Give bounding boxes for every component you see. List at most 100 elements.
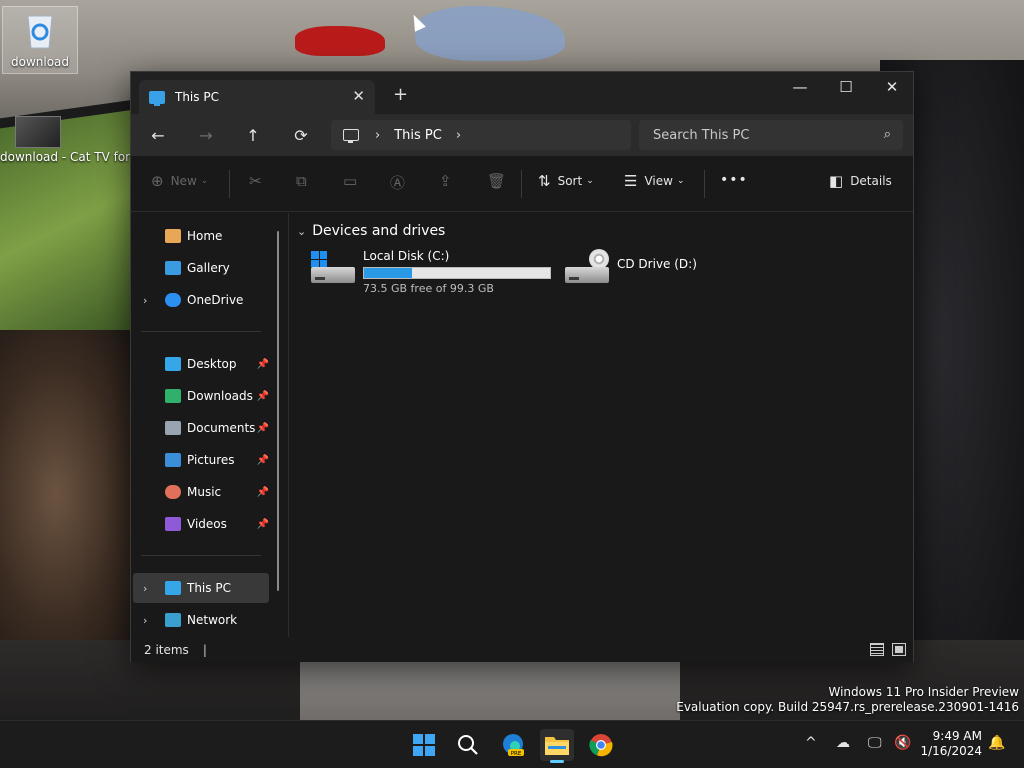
drive-usage-bar <box>363 267 551 279</box>
new-tab-button[interactable]: + <box>393 84 408 105</box>
recycle-bin-icon <box>17 7 63 53</box>
sidebar-item-label: Music <box>187 485 222 499</box>
view-button[interactable]: ☰ View ⌄ <box>624 172 684 190</box>
music-folder-icon <box>165 485 181 499</box>
sidebar-item-desktop[interactable]: Desktop 📌 <box>133 349 269 379</box>
network-disconnected-icon[interactable]: 🖵 <box>868 735 882 751</box>
breadcrumb-this-pc[interactable]: This PC <box>394 128 442 143</box>
drive-item-local-disk-c[interactable]: Local Disk (C:) 73.5 GB free of 99.3 GB <box>311 249 551 295</box>
network-icon <box>165 613 181 627</box>
chrome-icon <box>589 734 613 757</box>
new-button[interactable]: ⊕ New ⌄ <box>151 172 208 190</box>
chevron-right-icon[interactable]: › <box>456 128 461 143</box>
desktop-icon-recycle-bin[interactable]: download <box>2 6 78 74</box>
windows-start-icon <box>413 734 435 756</box>
sidebar-item-music[interactable]: Music 📌 <box>133 477 269 507</box>
pin-icon: 📌 <box>256 422 269 434</box>
chevron-down-icon: ⌄ <box>676 176 685 186</box>
paste-button[interactable]: ▭ <box>343 172 364 190</box>
tab-label: This PC <box>175 90 219 104</box>
up-button[interactable]: ↑ <box>238 122 268 148</box>
tab-close-button[interactable]: ✕ <box>352 87 365 105</box>
desktop-icon-label: download <box>10 55 70 69</box>
sidebar-item-network[interactable]: › Network <box>133 605 269 635</box>
pictures-folder-icon <box>165 453 181 467</box>
more-options-button[interactable]: ••• <box>720 172 748 188</box>
pin-icon: 📌 <box>256 454 269 466</box>
rename-button[interactable]: Ⓐ <box>390 172 412 193</box>
drive-item-cd-drive-d[interactable]: CD Drive (D:) <box>565 249 697 295</box>
sidebar-item-this-pc[interactable]: › This PC <box>133 573 269 603</box>
sidebar-item-onedrive[interactable]: › OneDrive <box>133 285 269 315</box>
group-label: Devices and drives <box>312 223 446 239</box>
title-bar: This PC ✕ + — ☐ ✕ <box>131 72 913 114</box>
tiles-view-button[interactable] <box>892 643 906 656</box>
sort-button[interactable]: ⇅ Sort ⌄ <box>538 172 594 190</box>
copy-icon: ⧉ <box>296 172 307 190</box>
refresh-button[interactable]: ⟳ <box>286 122 316 148</box>
taskbar-edge-button[interactable]: PRE <box>496 729 530 761</box>
taskbar-file-explorer-button[interactable] <box>540 729 574 763</box>
watermark-line2: Evaluation copy. Build 25947.rs_prerelea… <box>676 700 1019 714</box>
chevron-down-icon: ⌄ <box>200 176 209 186</box>
copy-button[interactable]: ⧉ <box>296 172 314 190</box>
share-icon: ⇪ <box>439 172 452 190</box>
sidebar-item-home[interactable]: Home <box>133 221 269 251</box>
chevron-right-icon[interactable]: › <box>143 294 147 307</box>
rename-icon: Ⓐ <box>390 174 406 192</box>
details-view-button[interactable] <box>870 643 884 656</box>
delete-button[interactable]: 🗑 <box>487 172 513 190</box>
desktop-icon-image[interactable]: download - Cat TV for C <box>0 116 142 164</box>
tab-this-pc[interactable]: This PC ✕ <box>139 80 375 114</box>
file-explorer-icon <box>545 737 569 755</box>
start-button[interactable] <box>407 729 441 761</box>
search-icon <box>458 735 478 755</box>
drive-name: Local Disk (C:) <box>363 249 450 263</box>
share-button[interactable]: ⇪ <box>439 172 459 190</box>
back-button[interactable]: ← <box>143 122 173 148</box>
forward-button[interactable]: → <box>191 122 221 148</box>
pin-icon: 📌 <box>256 518 269 530</box>
close-window-button[interactable]: ✕ <box>869 72 915 102</box>
onedrive-offline-icon[interactable]: ☁ <box>836 735 850 751</box>
sort-label: Sort <box>557 174 583 188</box>
details-button[interactable]: ◧ Details <box>829 172 892 190</box>
sidebar-item-videos[interactable]: Videos 📌 <box>133 509 269 539</box>
search-icon: ⌕ <box>883 127 891 142</box>
pin-icon: 📌 <box>256 486 269 498</box>
group-header-devices-and-drives[interactable]: ⌄ Devices and drives <box>297 223 445 239</box>
chevron-right-icon[interactable]: › <box>143 582 147 595</box>
this-pc-icon <box>343 129 359 143</box>
search-input[interactable]: Search This PC ⌕ <box>639 120 903 150</box>
chevron-down-icon: ⌄ <box>297 224 307 238</box>
sidebar-item-documents[interactable]: Documents 📌 <box>133 413 269 443</box>
taskbar-search-button[interactable] <box>451 729 485 761</box>
chevron-down-icon: ⌄ <box>586 176 594 186</box>
sidebar-item-gallery[interactable]: Gallery <box>133 253 269 283</box>
show-hidden-icons-chevron-icon[interactable]: ^ <box>805 735 817 751</box>
downloads-folder-icon <box>165 389 181 403</box>
drive-name: CD Drive (D:) <box>617 257 697 271</box>
sidebar-item-label: Downloads <box>187 389 253 403</box>
videos-folder-icon <box>165 517 181 531</box>
system-clock[interactable]: 9:49 AM 1/16/2024 <box>920 729 982 759</box>
navigation-pane: Home Gallery › OneDrive Desktop 📌 Downlo… <box>131 213 281 637</box>
address-bar[interactable]: › This PC › <box>331 120 631 150</box>
maximize-button[interactable]: ☐ <box>823 72 869 102</box>
taskbar: PRE ^ ☁ 🖵 🔇 9:49 AM 1/16/2024 🔔 <box>0 720 1024 768</box>
watermark-line1: Windows 11 Pro Insider Preview <box>828 685 1019 699</box>
sidebar-scrollbar[interactable] <box>277 231 279 591</box>
chevron-right-icon[interactable]: › <box>375 128 380 143</box>
chevron-right-icon[interactable]: › <box>143 614 147 627</box>
notifications-bell-icon[interactable]: 🔔 <box>988 735 1005 751</box>
sidebar-item-pictures[interactable]: Pictures 📌 <box>133 445 269 475</box>
cut-button[interactable]: ✂ <box>249 172 269 190</box>
status-bar: 2 items | <box>131 637 913 662</box>
sidebar-item-label: Network <box>187 613 238 627</box>
sort-icon: ⇅ <box>538 172 551 190</box>
sidebar-item-downloads[interactable]: Downloads 📌 <box>133 381 269 411</box>
taskbar-chrome-button[interactable] <box>584 729 618 761</box>
volume-muted-icon[interactable]: 🔇 <box>894 735 911 751</box>
minimize-button[interactable]: — <box>777 72 823 102</box>
command-bar: ⊕ New ⌄ ✂ ⧉ ▭ Ⓐ ⇪ 🗑 ⇅ Sort ⌄ ☰ View ⌄ ••… <box>131 156 913 212</box>
